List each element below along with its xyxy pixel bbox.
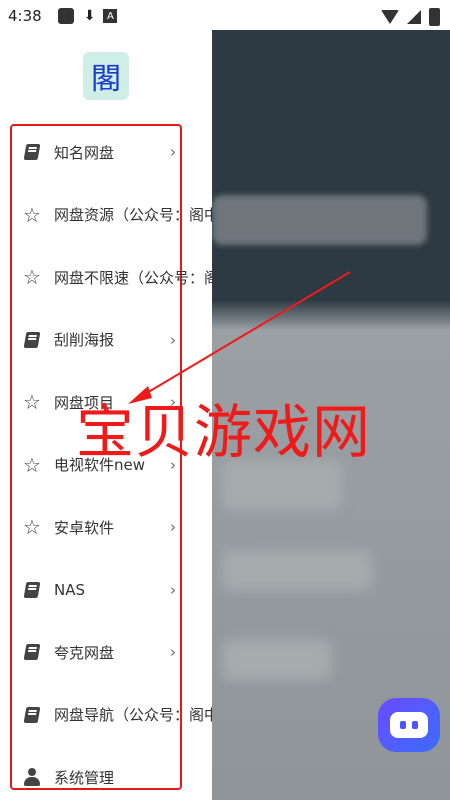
app-notification-icon: A <box>103 9 118 23</box>
download-icon: ⬇ <box>83 8 96 24</box>
arrow-shaft <box>134 271 351 401</box>
battery-icon <box>429 8 440 26</box>
watermark-text: 宝贝游戏网 <box>76 398 372 466</box>
status-time: 4:38 <box>8 7 42 25</box>
signal-icon <box>407 10 421 24</box>
status-icons <box>381 8 440 26</box>
status-bar: 4:38 ⬇ A <box>0 0 450 32</box>
wifi-icon <box>381 10 399 24</box>
notification-icon <box>57 8 74 24</box>
